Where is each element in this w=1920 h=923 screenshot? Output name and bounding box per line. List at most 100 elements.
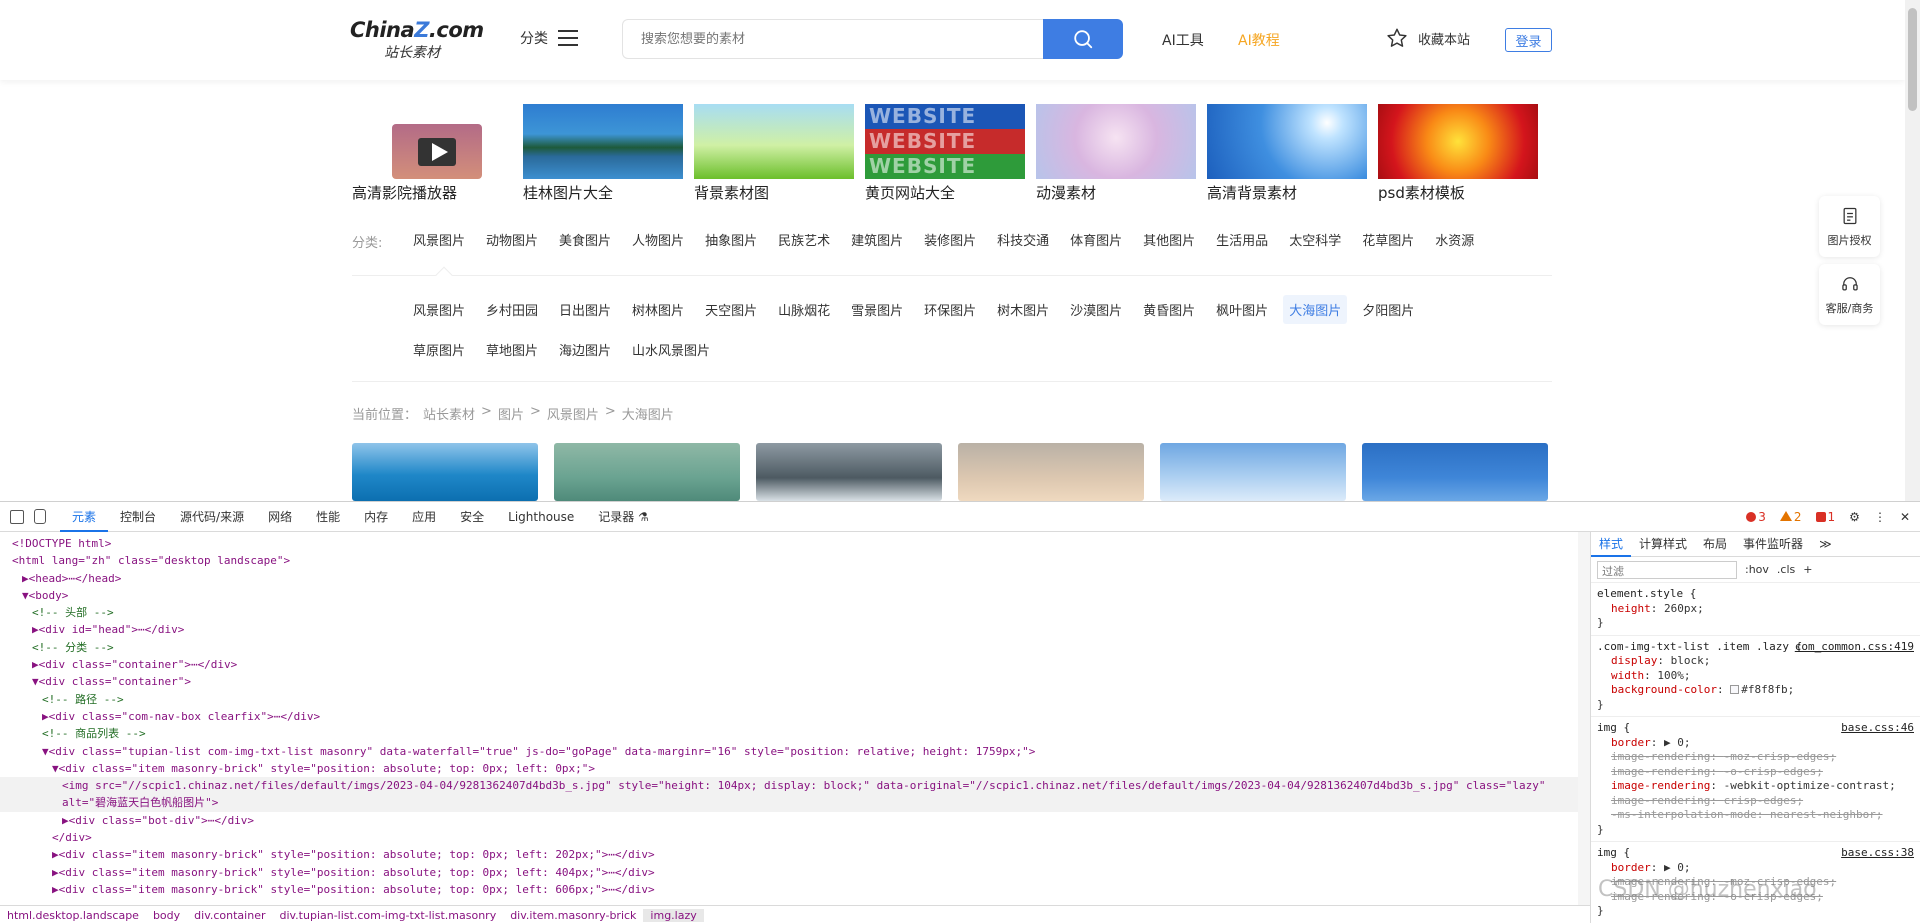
devtools-tab[interactable]: 元素 (60, 502, 109, 532)
dom-node-line[interactable]: ▶<div class="com-nav-box clearfix">⋯</di… (0, 708, 1590, 725)
more-vert-icon[interactable]: ⋮ (1874, 510, 1886, 524)
styles-tab[interactable]: 事件监听器 (1735, 532, 1811, 557)
style-property[interactable]: height: 260px; (1597, 602, 1914, 617)
category-item[interactable]: 美食图片 (559, 230, 611, 249)
image-card[interactable] (958, 443, 1144, 501)
featured-item[interactable]: 桂林图片大全 (523, 104, 683, 203)
dom-node-line[interactable]: <!-- 路径 --> (0, 691, 1590, 708)
styles-tab[interactable]: 样式 (1591, 532, 1632, 557)
category-item[interactable]: 太空科学 (1289, 230, 1341, 249)
style-rule[interactable]: .com-img-txt-list .item .lazy {com_commo… (1591, 636, 1920, 717)
dom-node-line[interactable]: ▶<div class="bot-div">⋯</div> (0, 812, 1590, 829)
styles-filter-input[interactable]: 过滤 (1597, 560, 1737, 579)
dom-node-line[interactable]: <!-- 分类 --> (0, 639, 1590, 656)
add-rule-icon[interactable]: + (1803, 563, 1812, 576)
styles-tab[interactable]: 计算样式 (1631, 532, 1695, 557)
style-property[interactable]: border: ▶ 0; (1597, 861, 1914, 876)
breadcrumb-link[interactable]: 大海图片 (622, 404, 674, 423)
subcategory-item[interactable]: 雪景图片 (845, 295, 909, 324)
rule-source-link[interactable]: com_common.css:419 (1795, 640, 1914, 655)
devtools-tab[interactable]: 记录器 ⚗ (586, 502, 661, 532)
dom-node-line[interactable]: ▼<div class="item masonry-brick" style="… (0, 760, 1590, 777)
dom-node-line[interactable]: <html lang="zh" class="desktop landscape… (0, 552, 1590, 569)
category-item[interactable]: 民族艺术 (778, 230, 830, 249)
breadcrumb-link[interactable]: 图片 (498, 404, 524, 423)
category-item[interactable]: 人物图片 (632, 230, 684, 249)
close-icon[interactable]: ✕ (1900, 510, 1910, 524)
element-breadcrumb-item[interactable]: img.lazy (643, 908, 704, 922)
subcategory-item[interactable]: 沙漠图片 (1064, 295, 1128, 324)
site-logo[interactable]: ChinaZ.com 站长素材 (350, 18, 484, 64)
category-item[interactable]: 动物图片 (486, 230, 538, 249)
dom-node-line[interactable]: </div> (0, 829, 1590, 846)
dom-node-line[interactable]: <!-- 商品列表 --> (0, 725, 1590, 742)
subcategory-item[interactable]: 大海图片 (1283, 295, 1348, 324)
category-item[interactable]: 装修图片 (924, 230, 976, 249)
image-card[interactable] (1362, 443, 1548, 501)
element-breadcrumb-item[interactable]: div.container (187, 909, 272, 922)
element-breadcrumb-item[interactable]: div.item.masonry-brick (503, 909, 643, 922)
devtools-tab[interactable]: 源代码/来源 (168, 502, 256, 532)
subcategory-item[interactable]: 乡村田园 (480, 295, 544, 324)
dom-node-line[interactable]: <img src="//scpic1.chinaz.net/files/defa… (0, 777, 1590, 795)
error-count[interactable]: 3 (1746, 510, 1766, 524)
featured-item[interactable]: 动漫素材 (1036, 104, 1196, 203)
subcategory-item[interactable]: 草原图片 (407, 335, 471, 364)
dom-node-line[interactable]: ▼<body> (0, 587, 1590, 604)
category-item[interactable]: 生活用品 (1216, 230, 1268, 249)
subcategory-item[interactable]: 环保图片 (918, 295, 982, 324)
category-item[interactable]: 科技交通 (997, 230, 1049, 249)
category-item[interactable]: 其他图片 (1143, 230, 1195, 249)
search-button[interactable] (1043, 19, 1123, 59)
image-card[interactable] (756, 443, 942, 501)
dom-node-line[interactable]: <!-- 头部 --> (0, 604, 1590, 621)
devtools-tab[interactable]: 应用 (400, 502, 448, 532)
subcategory-item[interactable]: 海边图片 (553, 335, 617, 364)
devtools-tab[interactable]: 安全 (448, 502, 496, 532)
devtools-tab[interactable]: Lighthouse (496, 502, 586, 532)
hov-toggle[interactable]: :hov (1745, 563, 1769, 576)
style-property[interactable]: border: ▶ 0; (1597, 736, 1914, 751)
device-toolbar-icon[interactable] (34, 509, 46, 524)
dom-node-line[interactable]: ▶<div class="item masonry-brick" style="… (0, 881, 1590, 898)
gear-icon[interactable]: ⚙ (1849, 510, 1860, 524)
category-item[interactable]: 花草图片 (1362, 230, 1414, 249)
dom-node-line[interactable]: ▶<div class="item masonry-brick" style="… (0, 864, 1590, 881)
category-item[interactable]: 体育图片 (1070, 230, 1122, 249)
dom-node-line[interactable]: <!DOCTYPE html> (0, 535, 1590, 552)
image-card[interactable] (1160, 443, 1346, 501)
dom-node-line[interactable]: ▼<div class="tupian-list com-img-txt-lis… (0, 743, 1590, 760)
style-rule[interactable]: element.style {height: 260px;} (1591, 583, 1920, 636)
favorite-button[interactable]: 收藏本站 (1386, 27, 1470, 49)
subcategory-item[interactable]: 天空图片 (699, 295, 763, 324)
dom-node-line[interactable]: alt="碧海蓝天白色帆船图片"> (0, 794, 1590, 812)
devtools-tab[interactable]: 控制台 (108, 502, 168, 532)
element-breadcrumb-item[interactable]: body (146, 909, 187, 922)
rule-source-link[interactable]: base.css:38 (1841, 846, 1914, 861)
devtools-tab[interactable]: 内存 (352, 502, 400, 532)
style-rule[interactable]: img {base.css:46 border: ▶ 0; image-render… (1591, 717, 1920, 842)
featured-item[interactable]: psd素材模板 (1378, 104, 1538, 203)
element-breadcrumb-item[interactable]: div.tupian-list.com-img-txt-list.masonry (272, 909, 503, 922)
featured-item[interactable]: 高清背景素材 (1207, 104, 1367, 203)
breadcrumb-link[interactable]: 站长素材 (423, 404, 475, 423)
category-item[interactable]: 建筑图片 (851, 230, 903, 249)
dom-node-line[interactable]: ▶<div id="head">⋯</div> (0, 621, 1590, 638)
featured-item[interactable]: 高清影院播放器 (352, 104, 512, 203)
scrollbar-thumb[interactable] (1908, 8, 1917, 111)
subcategory-item[interactable]: 黄昏图片 (1137, 295, 1201, 324)
dom-node-line[interactable]: ▶<div class="container">⋯</div> (0, 656, 1590, 673)
style-property[interactable]: image-rendering: -o-crisp-edges; (1597, 765, 1914, 780)
subcategory-item[interactable]: 山水风景图片 (626, 335, 716, 364)
styles-tab[interactable]: 布局 (1695, 532, 1735, 557)
subcategory-item[interactable]: 枫叶图片 (1210, 295, 1274, 324)
dom-node-line[interactable]: ▶<div class="item masonry-brick" style="… (0, 846, 1590, 863)
dom-node-line[interactable]: ▼<div class="container"> (0, 673, 1590, 690)
featured-item[interactable]: 背景素材图 (694, 104, 854, 203)
element-breadcrumb-item[interactable]: html.desktop.landscape (0, 909, 146, 922)
dom-node-line[interactable]: ▶<head>⋯</head> (0, 570, 1590, 587)
rule-source-link[interactable]: base.css:46 (1841, 721, 1914, 736)
style-property[interactable]: -ms-interpolation-mode: nearest-neighbor… (1597, 808, 1914, 823)
cls-toggle[interactable]: .cls (1777, 563, 1795, 576)
category-item[interactable]: 风景图片 (413, 230, 465, 249)
